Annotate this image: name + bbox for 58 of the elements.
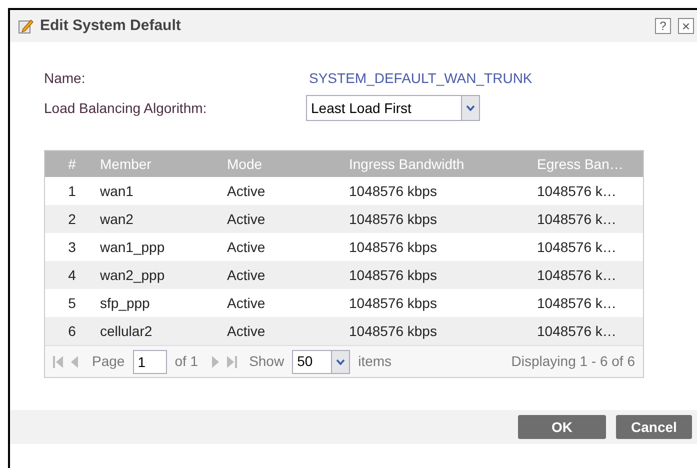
help-button[interactable]: ? <box>655 18 671 34</box>
table-cell: 3 <box>68 238 76 254</box>
table-cell: sfp_ppp <box>100 294 150 310</box>
table-cell: 5 <box>68 294 76 310</box>
table-cell: cellular2 <box>100 322 152 338</box>
table-cell: Active <box>227 294 266 310</box>
algorithm-label: Load Balancing Algorithm: <box>44 98 208 118</box>
table-cell: 1048576 kbps <box>349 238 437 254</box>
table-cell: 1048576 k… <box>537 322 616 338</box>
page-count: of 1 <box>174 352 198 371</box>
column-header: # <box>68 156 76 172</box>
table-cell: Active <box>227 210 266 226</box>
table-cell: 1048576 kbps <box>349 210 437 226</box>
algorithm-dropdown[interactable]: Least Load First <box>306 95 480 121</box>
table-cell: 1048576 k… <box>537 266 616 282</box>
table-cell: 1048576 kbps <box>349 182 437 198</box>
table-cell: Active <box>227 266 266 282</box>
name-value: SYSTEM_DEFAULT_WAN_TRUNK <box>309 68 532 88</box>
page-field[interactable]: 1 <box>132 350 167 374</box>
table-cell: 2 <box>68 210 76 226</box>
table-cell: 4 <box>68 266 76 282</box>
show-label: Show <box>249 352 284 371</box>
table-cell: Active <box>227 182 266 198</box>
column-header: Ingress Bandwidth <box>349 156 464 172</box>
table-cell: Active <box>227 322 266 338</box>
edit-note-icon <box>18 18 34 34</box>
table-cell: wan2 <box>100 210 134 226</box>
table-cell: wan1_ppp <box>100 238 165 254</box>
close-button[interactable]: × <box>678 18 694 34</box>
column-header: Mode <box>227 156 262 172</box>
table-cell: wan1 <box>100 182 134 198</box>
table-cell: 6 <box>68 322 76 338</box>
page-label: Page <box>92 352 125 371</box>
table-cell: 1 <box>68 182 76 198</box>
ok-button[interactable]: OK <box>518 415 606 439</box>
table-cell: 1048576 kbps <box>349 322 437 338</box>
cancel-button[interactable]: Cancel <box>616 415 692 439</box>
last-page-icon[interactable] <box>227 356 238 368</box>
previous-page-icon[interactable] <box>71 356 78 368</box>
table-cell: Active <box>227 238 266 254</box>
table-cell: 1048576 kbps <box>349 266 437 282</box>
name-label: Name: <box>44 68 86 88</box>
first-page-icon[interactable] <box>53 356 63 368</box>
table-cell: wan2_ppp <box>100 266 165 282</box>
table-cell: 1048576 k… <box>537 182 616 198</box>
page-size-dropdown[interactable]: 50 <box>292 350 350 374</box>
caret-down-icon <box>466 105 475 111</box>
table-cell: 1048576 k… <box>537 210 616 226</box>
dialog-title: Edit System Default <box>40 16 181 36</box>
table-cell: 1048576 kbps <box>349 294 437 310</box>
display-count: Displaying 1 - 6 of 6 <box>511 352 635 371</box>
table-cell: 1048576 k… <box>537 238 616 254</box>
next-page-icon[interactable] <box>212 356 220 368</box>
column-header: Egress Ban… <box>537 156 624 172</box>
caret-down-icon <box>336 358 346 364</box>
column-header: Member <box>100 156 152 172</box>
table-cell: 1048576 k… <box>537 294 616 310</box>
items-label: items <box>358 352 392 371</box>
